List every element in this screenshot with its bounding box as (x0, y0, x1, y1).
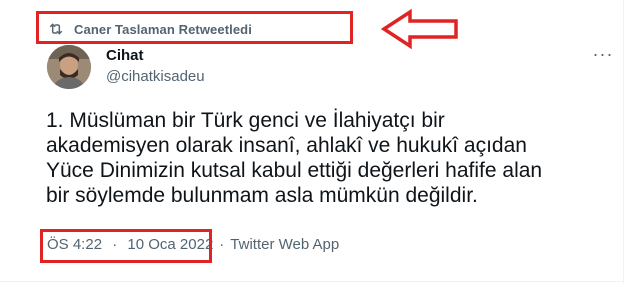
meta-separator-source: · (219, 235, 225, 253)
retweet-icon (48, 21, 64, 37)
tweet-date: 10 Oca 2022 (127, 235, 214, 253)
avatar[interactable] (47, 45, 91, 89)
column-divider (623, 0, 624, 284)
author-name[interactable]: Cihat (106, 47, 144, 64)
tweet-meta: ÖS 4:22 · 10 Oca 2022 · Twitter Web App (47, 233, 339, 255)
tweet-divider (0, 281, 624, 282)
meta-separator: · (112, 235, 118, 253)
tweet-card[interactable]: Caner Taslaman Retweetledi Cihat @cihatk… (0, 0, 636, 284)
tweet-source-link[interactable]: Twitter Web App (230, 236, 339, 253)
tweet-text: 1. Müslüman bir Türk genci ve İlahiyatçı… (46, 109, 543, 207)
author-handle[interactable]: @cihatkisadeu (106, 68, 205, 85)
annotation-arrow-icon (380, 8, 458, 50)
more-icon: ··· (592, 43, 614, 64)
avatar-photo-icon (47, 45, 91, 89)
tweet-timestamp[interactable]: ÖS 4:22 · 10 Oca 2022 (47, 236, 213, 253)
retweet-label[interactable]: Caner Taslaman Retweetledi (74, 22, 252, 37)
more-options-button[interactable]: ··· (589, 44, 617, 64)
retweet-context[interactable]: Caner Taslaman Retweetledi (48, 18, 252, 40)
tweet-time: ÖS 4:22 (47, 235, 103, 253)
